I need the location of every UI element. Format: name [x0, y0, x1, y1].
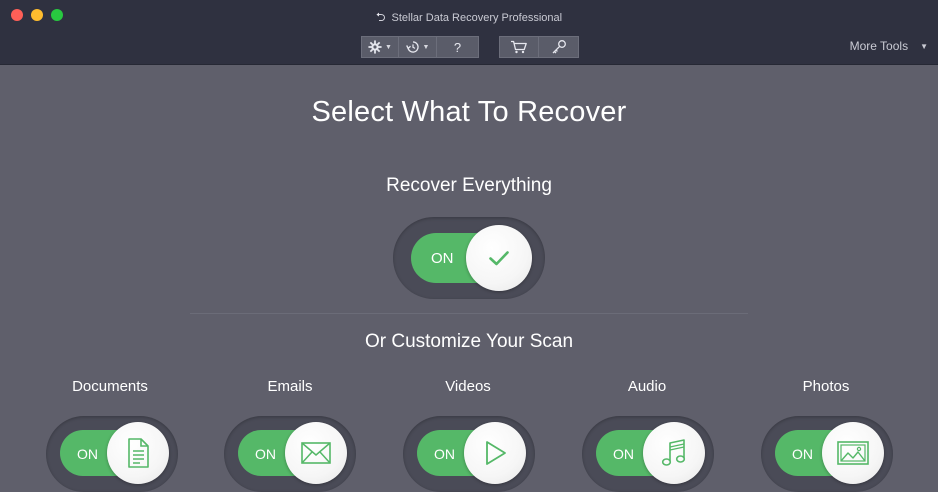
toggle-knob[interactable] [285, 422, 347, 484]
videos-label: Videos [445, 378, 491, 395]
chevron-down-icon: ▼ [385, 43, 392, 51]
key-icon [552, 40, 566, 54]
toggle-state-label: ON [613, 446, 634, 462]
toggle-knob[interactable] [107, 422, 169, 484]
play-icon [486, 441, 506, 465]
gear-icon [368, 40, 382, 54]
music-icon [661, 439, 686, 466]
documents-label: Documents [72, 378, 148, 395]
toggle-state-label: ON [792, 446, 813, 462]
settings-button[interactable]: ▼ [361, 36, 399, 58]
more-tools-label: More Tools [849, 39, 909, 53]
section-divider [190, 313, 748, 314]
toggle-knob[interactable] [822, 422, 884, 484]
chevron-down-icon: ▼ [920, 41, 928, 51]
more-tools-menu[interactable]: More Tools ▼ [850, 39, 928, 53]
activate-button[interactable] [539, 36, 579, 58]
checkmark-icon [489, 251, 509, 266]
toggle-state-label: ON [434, 446, 455, 462]
photo-icon [837, 441, 869, 465]
recover-everything-label: Recover Everything [386, 175, 552, 196]
history-icon [405, 41, 419, 53]
toggle-knob[interactable] [466, 225, 532, 291]
photos-label: Photos [802, 378, 850, 395]
emails-label: Emails [267, 378, 313, 395]
toggle-knob[interactable] [464, 422, 526, 484]
toggle-state-label: ON [77, 446, 98, 462]
buy-button[interactable] [499, 36, 539, 58]
window-title-text: Stellar Data Recovery Professional [391, 12, 563, 24]
history-button[interactable]: ▼ [399, 36, 437, 58]
window-title: ⮌ Stellar Data Recovery Professional [0, 8, 938, 29]
cart-icon [511, 40, 527, 54]
audio-label: Audio [627, 378, 667, 395]
page-title: Select What To Recover [311, 96, 627, 128]
back-arrow-icon[interactable]: ⮌ [376, 8, 386, 29]
toggle-state-label: ON [431, 250, 454, 267]
settings-history-help-group: ▼ ▼ ? [361, 36, 479, 58]
help-button[interactable]: ? [437, 36, 479, 58]
document-icon [128, 438, 149, 468]
toggle-state-label: ON [255, 446, 276, 462]
help-icon: ? [453, 39, 462, 55]
chevron-down-icon: ▼ [422, 43, 430, 51]
customize-scan-title: Or Customize Your Scan [364, 331, 574, 352]
cart-key-group [499, 36, 579, 58]
email-icon [301, 442, 331, 464]
toggle-knob[interactable] [643, 422, 705, 484]
title-bar: ⮌ Stellar Data Recovery Professional ▼ ▼… [0, 0, 938, 65]
